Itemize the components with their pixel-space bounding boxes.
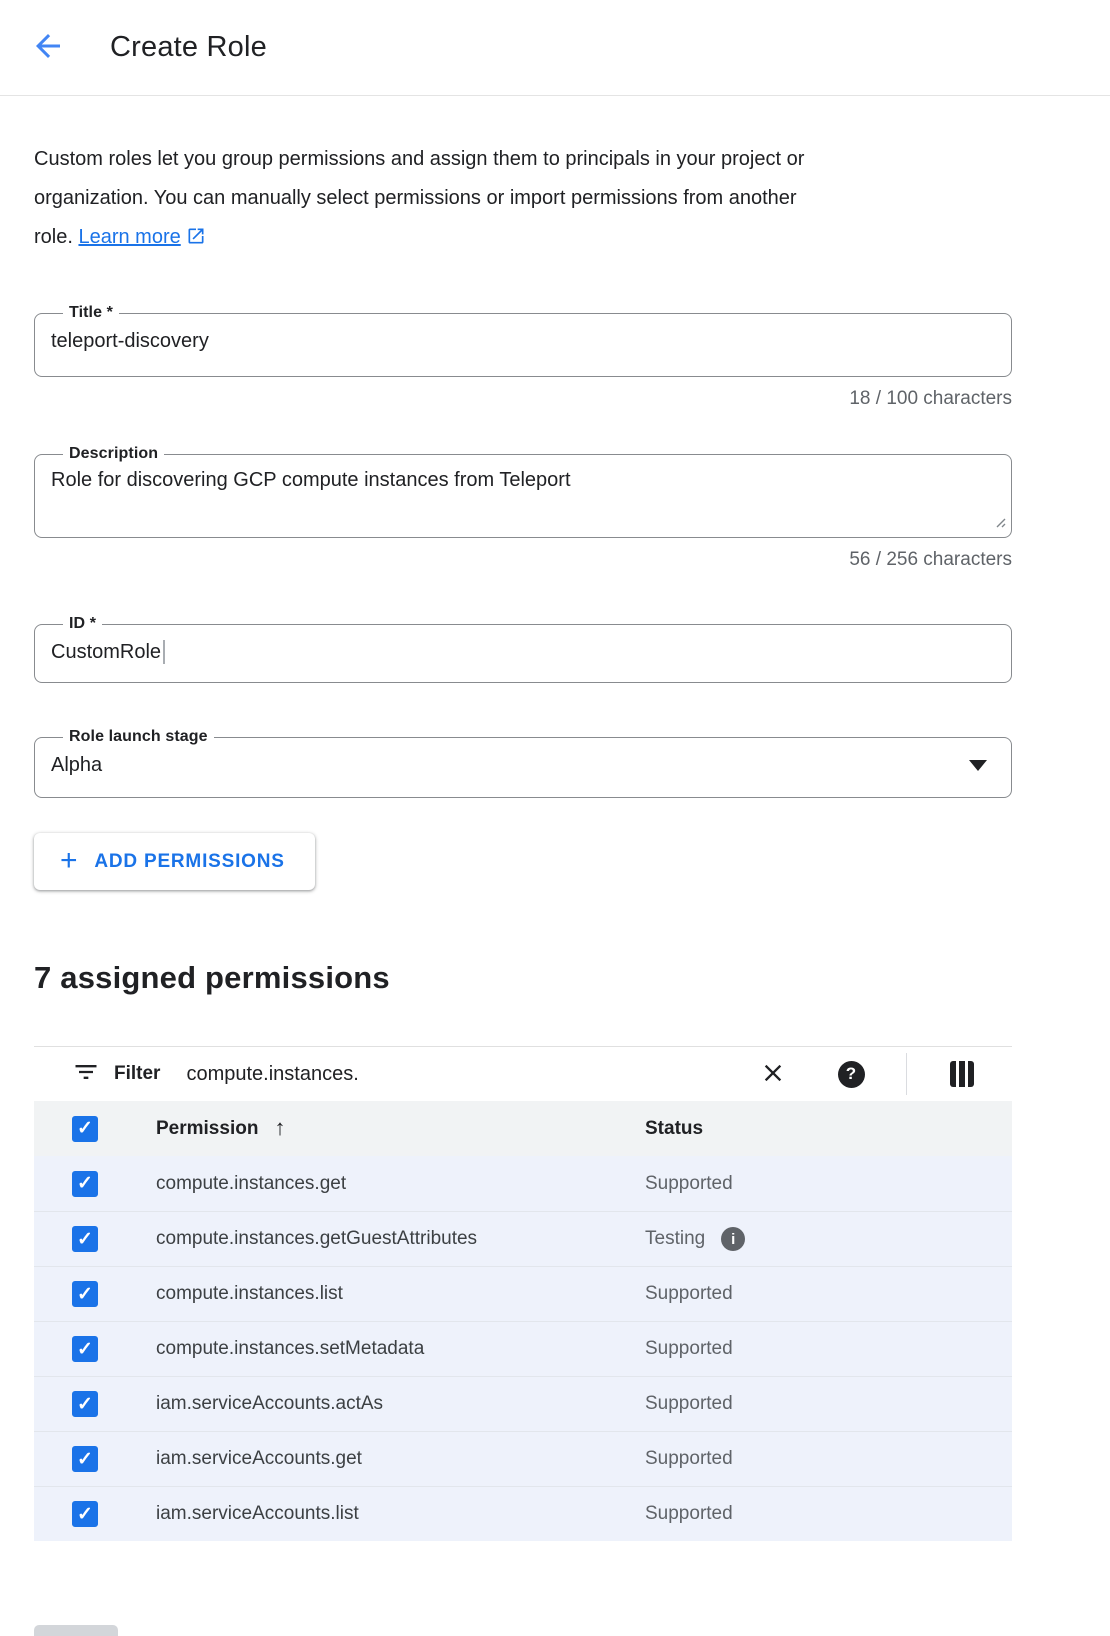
permission-column-header[interactable]: Permission ↑ [156, 1116, 645, 1142]
status-text: Supported [645, 1173, 733, 1195]
permission-name: compute.instances.setMetadata [156, 1338, 645, 1360]
role-launch-stage-label: Role launch stage [63, 728, 214, 746]
info-icon[interactable]: i [721, 1227, 745, 1251]
status-text: Supported [645, 1283, 733, 1305]
row-checkbox[interactable]: ✓ [72, 1226, 98, 1252]
status-text: Supported [645, 1338, 733, 1360]
permission-name: iam.serviceAccounts.get [156, 1448, 645, 1470]
external-link-icon [186, 221, 206, 260]
description-character-counter: 56 / 256 characters [34, 549, 1012, 571]
status-text: Supported [645, 1503, 733, 1525]
table-row[interactable]: ✓ iam.serviceAccounts.actAs Supported [34, 1376, 1012, 1431]
checkmark-icon: ✓ [77, 1119, 93, 1138]
add-permissions-button[interactable]: + ADD PERMISSIONS [34, 833, 315, 890]
table-header-row: ✓ Permission ↑ Status [34, 1101, 1012, 1156]
text-cursor [163, 640, 165, 664]
title-character-counter: 18 / 100 characters [34, 388, 1012, 410]
permission-name: iam.serviceAccounts.actAs [156, 1393, 645, 1415]
intro-line-2: organization. You can manually select pe… [34, 187, 797, 209]
columns-icon [950, 1061, 975, 1087]
table-row[interactable]: ✓ iam.serviceAccounts.get Supported [34, 1431, 1012, 1486]
description-field-value[interactable]: Role for discovering GCP compute instanc… [51, 469, 995, 492]
id-field-value[interactable]: CustomRole [51, 640, 995, 664]
table-row[interactable]: ✓ iam.serviceAccounts.list Supported [34, 1486, 1012, 1541]
close-icon [759, 1059, 787, 1090]
title-field-label: Title * [63, 304, 119, 322]
filter-label: Filter [114, 1063, 160, 1085]
checkmark-icon: ✓ [77, 1285, 93, 1304]
title-field[interactable]: Title * teleport-discovery [34, 304, 1012, 377]
table-row[interactable]: ✓ compute.instances.setMetadata Supporte… [34, 1321, 1012, 1376]
clear-filter-button[interactable] [753, 1054, 793, 1094]
permission-name: compute.instances.list [156, 1283, 645, 1305]
back-button[interactable] [26, 26, 70, 70]
permissions-table: Filter compute.instances. ? ✓ Permission [34, 1046, 1012, 1541]
description-field[interactable]: Description Role for discovering GCP com… [34, 445, 1012, 538]
row-checkbox[interactable]: ✓ [72, 1336, 98, 1362]
status-column-header[interactable]: Status [645, 1118, 1012, 1140]
sort-ascending-icon: ↑ [274, 1115, 285, 1141]
id-field-label: ID * [63, 615, 102, 633]
help-icon: ? [838, 1061, 865, 1088]
table-row[interactable]: ✓ compute.instances.list Supported [34, 1266, 1012, 1321]
resize-handle-icon[interactable] [992, 514, 1006, 533]
description-field-label: Description [63, 445, 164, 463]
permission-name: compute.instances.get [156, 1173, 645, 1195]
learn-more-link[interactable]: Learn more [78, 226, 205, 248]
select-all-checkbox[interactable]: ✓ [72, 1116, 98, 1142]
table-filter-bar: Filter compute.instances. ? [34, 1047, 1012, 1101]
row-checkbox[interactable]: ✓ [72, 1446, 98, 1472]
assigned-permissions-heading: 7 assigned permissions [34, 960, 1012, 996]
filter-input[interactable]: compute.instances. [186, 1063, 358, 1086]
status-text: Supported [645, 1393, 733, 1415]
id-field[interactable]: ID * CustomRole [34, 615, 1012, 683]
row-checkbox[interactable]: ✓ [72, 1391, 98, 1417]
partially-visible-element [34, 1625, 118, 1636]
permission-name: iam.serviceAccounts.list [156, 1503, 645, 1525]
checkmark-icon: ✓ [77, 1395, 93, 1414]
checkmark-icon: ✓ [77, 1450, 93, 1469]
title-field-value[interactable]: teleport-discovery [51, 330, 995, 353]
permission-name: compute.instances.getGuestAttributes [156, 1228, 645, 1250]
page-header: Create Role [0, 0, 1110, 96]
vertical-divider [906, 1053, 907, 1095]
arrow-back-icon [30, 28, 66, 67]
intro-text: Custom roles let you group permissions a… [34, 140, 1012, 260]
row-checkbox[interactable]: ✓ [72, 1281, 98, 1307]
checkmark-icon: ✓ [77, 1340, 93, 1359]
table-body: ✓ compute.instances.get Supported ✓ comp… [34, 1156, 1012, 1541]
filter-list-icon [72, 1058, 100, 1091]
role-launch-stage-select[interactable]: Role launch stage Alpha [34, 728, 1012, 798]
row-checkbox[interactable]: ✓ [72, 1501, 98, 1527]
row-checkbox[interactable]: ✓ [72, 1171, 98, 1197]
status-text: Supported [645, 1448, 733, 1470]
chevron-down-icon [969, 760, 987, 771]
table-row[interactable]: ✓ compute.instances.get Supported [34, 1156, 1012, 1211]
checkmark-icon: ✓ [77, 1505, 93, 1524]
status-text: Testing [645, 1228, 705, 1250]
filter-help-button[interactable]: ? [831, 1054, 871, 1094]
checkmark-icon: ✓ [77, 1174, 93, 1193]
intro-line-1: Custom roles let you group permissions a… [34, 148, 804, 170]
plus-icon: + [60, 846, 78, 876]
table-row[interactable]: ✓ compute.instances.getGuestAttributes T… [34, 1211, 1012, 1266]
checkmark-icon: ✓ [77, 1230, 93, 1249]
page-title: Create Role [110, 31, 267, 64]
intro-line-3: role. [34, 226, 73, 248]
role-launch-stage-value[interactable]: Alpha [51, 754, 995, 777]
column-display-options-button[interactable] [942, 1054, 982, 1094]
